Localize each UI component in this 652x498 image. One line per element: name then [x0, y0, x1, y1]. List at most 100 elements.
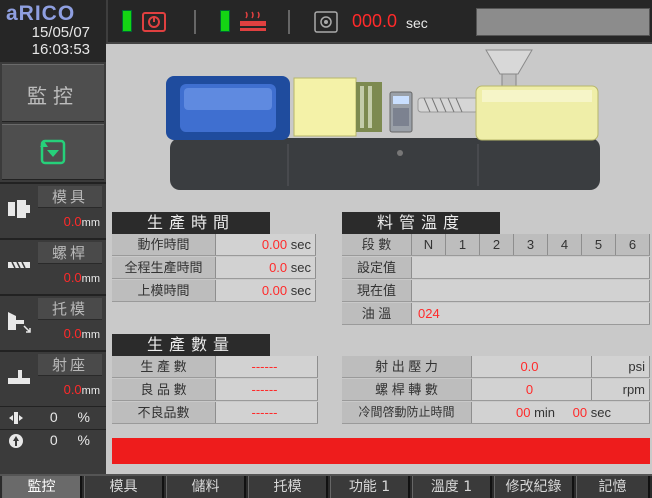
- nav-function-1[interactable]: 功能 1: [330, 476, 410, 498]
- mold-icon: [8, 200, 30, 218]
- production-time-label: 動作時間: [112, 234, 216, 255]
- production-qty-row: 不良品數 ------: [112, 402, 318, 424]
- injection-machine-graphic: [166, 49, 600, 190]
- injection-pressure-value: 0.0: [472, 356, 592, 377]
- production-qty-label: 不良品數: [112, 402, 216, 423]
- production-time-value: 0.0 sec: [216, 257, 316, 278]
- speed-percent-value: 0 %: [49, 409, 98, 425]
- oil-temp-value: 024: [412, 303, 650, 324]
- production-time-title: 生產時間: [112, 212, 270, 234]
- motor-status-led: [122, 10, 132, 32]
- cold-start-prevention-value: 00 min 00 sec: [472, 402, 650, 423]
- cycle-mode-button[interactable]: [2, 124, 104, 180]
- heater-status-led: [220, 10, 230, 32]
- barrel-temp-actual-label: 現在值: [342, 280, 412, 301]
- barrel-temp-header-row: 段 數 N 1 2 3 4 5 6: [342, 234, 650, 256]
- cycle-icon: [40, 139, 66, 165]
- barrel-temp-header: 段 數: [342, 234, 412, 255]
- mold-position: 模具 0.0mm: [0, 182, 106, 236]
- production-time-value: 0.00 sec: [216, 280, 316, 301]
- separator: [194, 10, 196, 34]
- barrel-temp-actual-row: 現在值: [342, 280, 650, 302]
- injection-unit-position-value: 0.0mm: [63, 382, 100, 397]
- speed-percent-row: 0 %: [0, 406, 106, 428]
- production-qty-row: 良 品 數 ------: [112, 379, 318, 401]
- bottom-nav: 監控 模具 儲料 托模 功能 1 溫度 1 修改紀錄 記憶: [0, 474, 652, 498]
- mold-position-value: 0.0mm: [63, 214, 100, 229]
- ejector-position: 托模 0.0mm: [0, 294, 106, 348]
- production-time-row: 全程生產時間 0.0 sec: [112, 257, 316, 279]
- nav-charging[interactable]: 儲料: [166, 476, 246, 498]
- injection-unit-position-label: 射座: [38, 354, 102, 376]
- barrel-temp-set-row: 設定值: [342, 257, 650, 279]
- brand-area: aRICO 15/05/07 16:03:53: [0, 0, 106, 62]
- nav-monitor[interactable]: 監控: [2, 476, 82, 498]
- sidebar: aRICO 15/05/07 16:03:53 監控 模具 0.0mm 螺桿 0…: [0, 0, 106, 474]
- production-qty-value: ------: [216, 402, 318, 423]
- oil-temp-label: 油 溫: [342, 303, 412, 324]
- nav-temperature-1[interactable]: 溫度 1: [412, 476, 492, 498]
- injection-pressure-unit: psi: [592, 356, 650, 377]
- cycle-timer-value: 000.0: [352, 11, 398, 31]
- barrel-temp-set-values: [412, 257, 650, 278]
- barrel-temp-header: 5: [582, 234, 616, 255]
- screw-position: 螺桿 0.0mm: [0, 238, 106, 292]
- time-readout: 16:03:53: [31, 41, 90, 58]
- monitor-button[interactable]: 監控: [2, 64, 104, 122]
- ejector-icon: [8, 312, 31, 333]
- nav-ejector[interactable]: 托模: [248, 476, 328, 498]
- pressure-icon: [9, 434, 23, 448]
- barrel-temp-header: N: [412, 234, 446, 255]
- cold-start-prevention-label: 冷間啓動防止時間: [342, 402, 472, 423]
- oil-temp-row: 油 溫 024: [342, 303, 650, 325]
- alarm-bar: [112, 438, 650, 464]
- speed-icon: [9, 412, 23, 424]
- production-time-row: 動作時間 0.00 sec: [112, 234, 316, 256]
- barrel-temp-actual-values: [412, 280, 650, 301]
- barrel-temp-header: 6: [616, 234, 650, 255]
- nav-mold[interactable]: 模具: [84, 476, 164, 498]
- date-readout: 15/05/07: [31, 24, 90, 41]
- nav-change-log[interactable]: 修改紀錄: [494, 476, 574, 498]
- screw-rpm-value: 0: [472, 379, 592, 400]
- production-qty-value: ------: [216, 379, 318, 400]
- logo: aRICO: [6, 2, 76, 25]
- motor-icon: [142, 12, 166, 32]
- production-time-label: 全程生產時間: [112, 257, 216, 278]
- production-time-label: 上模時間: [112, 280, 216, 301]
- screw-position-value: 0.0mm: [63, 270, 100, 285]
- mold-position-label: 模具: [38, 186, 102, 208]
- injection-pressure-label: 射 出 壓 力: [342, 356, 472, 377]
- cycle-timer-icon: [314, 11, 338, 33]
- production-qty-title: 生產數量: [112, 334, 270, 356]
- cold-start-prevention-row: 冷間啓動防止時間 00 min 00 sec: [342, 402, 650, 424]
- screw-position-label: 螺桿: [38, 242, 102, 264]
- screw-rpm-label: 螺 桿 轉 數: [342, 379, 472, 400]
- ejector-position-value: 0.0mm: [63, 326, 100, 341]
- heater-icon: [240, 11, 266, 31]
- injection-pressure-row: 射 出 壓 力 0.0 psi: [342, 356, 650, 378]
- injection-unit-position: 射座 0.0mm: [0, 350, 106, 404]
- cycle-timer-unit: sec: [406, 15, 428, 31]
- production-time-value: 0.00 sec: [216, 234, 316, 255]
- production-time-row: 上模時間 0.00 sec: [112, 280, 316, 302]
- barrel-temp-set-label: 設定值: [342, 257, 412, 278]
- barrel-temp-header: 3: [514, 234, 548, 255]
- production-qty-label: 生 產 數: [112, 356, 216, 377]
- screw-rpm-unit: rpm: [592, 379, 650, 400]
- production-qty-row: 生 產 數 ------: [112, 356, 318, 378]
- status-bar: 000.0 sec: [106, 0, 652, 44]
- message-box: [476, 8, 650, 36]
- barrel-temp-header: 4: [548, 234, 582, 255]
- production-qty-value: ------: [216, 356, 318, 377]
- pressure-percent-row: 0 %: [0, 429, 106, 451]
- injection-unit-icon: [8, 370, 30, 384]
- production-qty-label: 良 品 數: [112, 379, 216, 400]
- separator: [288, 10, 290, 34]
- barrel-temp-title: 料管溫度: [342, 212, 500, 234]
- screw-icon: [8, 261, 30, 269]
- nav-memory[interactable]: 記憶: [576, 476, 650, 498]
- barrel-temp-header: 2: [480, 234, 514, 255]
- machine-illustration: [108, 46, 652, 210]
- screw-rpm-row: 螺 桿 轉 數 0 rpm: [342, 379, 650, 401]
